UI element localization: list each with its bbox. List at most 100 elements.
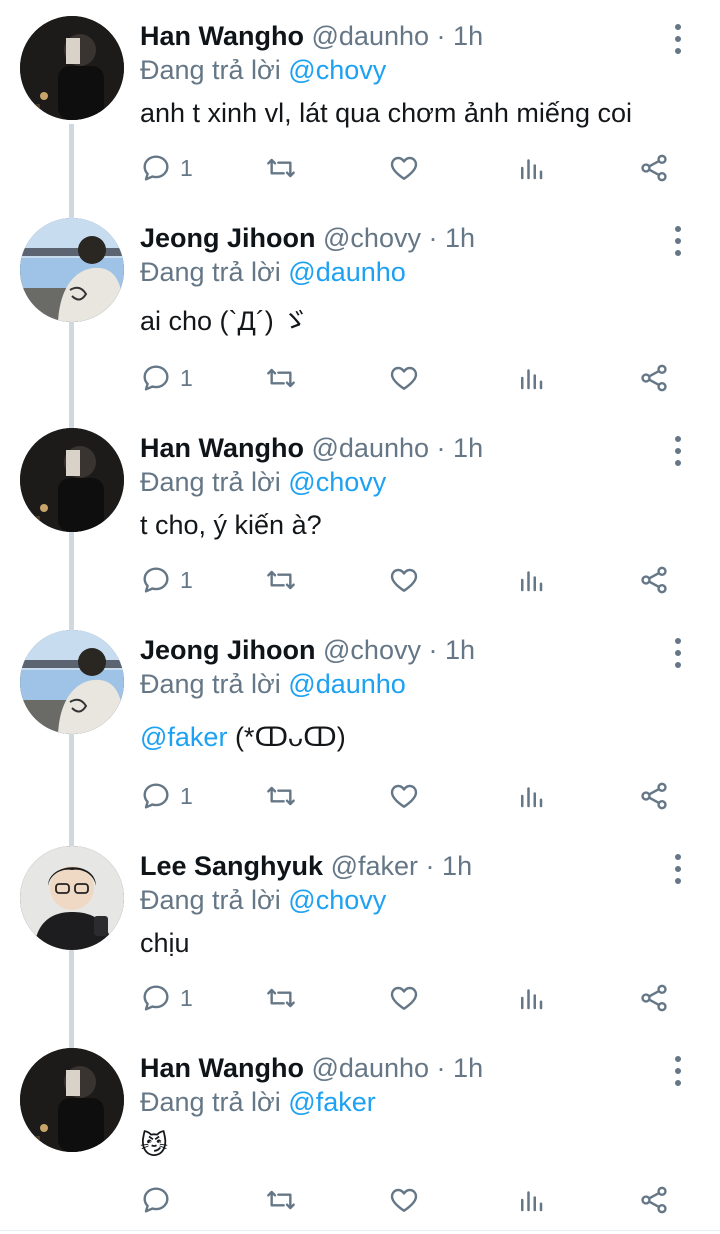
reply-button[interactable]: 1 xyxy=(140,560,193,600)
tweet[interactable]: Jeong Jihoon @chovy · 1h Đang trả lời @d… xyxy=(0,218,720,398)
reply-button[interactable]: 1 xyxy=(140,358,193,398)
more-options-button[interactable] xyxy=(668,24,688,54)
reply-count: 1 xyxy=(180,566,193,593)
replying-to-label: Đang trả lời xyxy=(140,885,281,915)
like-button[interactable] xyxy=(388,978,420,1018)
reply-to-mention[interactable]: @chovy xyxy=(288,885,386,915)
share-button[interactable] xyxy=(638,560,670,600)
reply-to-mention[interactable]: @daunho xyxy=(288,669,406,699)
replying-to: Đang trả lời @daunho xyxy=(140,668,406,700)
like-button[interactable] xyxy=(388,560,420,600)
user-handle[interactable]: @chovy xyxy=(323,635,421,665)
replying-to: Đang trả lời @chovy xyxy=(140,54,386,86)
user-handle[interactable]: @daunho xyxy=(312,433,430,463)
analytics-button[interactable] xyxy=(516,1180,546,1220)
reply-count: 1 xyxy=(180,984,193,1011)
retweet-icon xyxy=(267,1190,295,1210)
tweet-emoji: 😼 xyxy=(140,1130,169,1160)
retweet-button[interactable] xyxy=(264,776,298,816)
share-icon xyxy=(641,154,667,182)
reply-to-mention[interactable]: @daunho xyxy=(288,257,406,287)
display-name[interactable]: Han Wangho xyxy=(140,433,304,463)
reply-button[interactable]: 1 xyxy=(140,776,193,816)
share-button[interactable] xyxy=(638,978,670,1018)
more-vertical-icon xyxy=(675,1056,681,1062)
like-button[interactable] xyxy=(388,1180,420,1220)
more-options-button[interactable] xyxy=(668,854,688,884)
avatar[interactable] xyxy=(20,16,124,120)
retweet-button[interactable] xyxy=(264,358,298,398)
avatar[interactable] xyxy=(20,630,124,734)
display-name[interactable]: Lee Sanghyuk xyxy=(140,851,323,881)
analytics-icon xyxy=(521,787,543,808)
reply-to-mention[interactable]: @chovy xyxy=(288,467,386,497)
reply-count: 1 xyxy=(180,782,193,809)
like-button[interactable] xyxy=(388,776,420,816)
user-handle[interactable]: @daunho xyxy=(312,1053,430,1083)
retweet-button[interactable] xyxy=(264,148,298,188)
more-options-button[interactable] xyxy=(668,436,688,466)
more-options-button[interactable] xyxy=(668,638,688,668)
avatar[interactable] xyxy=(20,428,124,532)
share-button[interactable] xyxy=(638,148,670,188)
reply-to-mention[interactable]: @chovy xyxy=(288,55,386,85)
display-name[interactable]: Han Wangho xyxy=(140,21,304,51)
avatar[interactable] xyxy=(20,846,124,950)
display-name[interactable]: Jeong Jihoon xyxy=(140,635,316,665)
content-mention[interactable]: @faker xyxy=(140,722,227,752)
heart-icon xyxy=(390,784,418,808)
tweet[interactable]: Lee Sanghyuk @faker · 1h Đang trả lời @c… xyxy=(0,846,720,1026)
avatar[interactable] xyxy=(20,218,124,322)
retweet-icon xyxy=(267,570,295,590)
more-options-button[interactable] xyxy=(668,226,688,256)
share-button[interactable] xyxy=(638,358,670,398)
tweet-header: Jeong Jihoon @chovy · 1h xyxy=(140,222,475,254)
user-handle[interactable]: @chovy xyxy=(323,223,421,253)
heart-icon xyxy=(390,156,418,180)
share-button[interactable] xyxy=(638,776,670,816)
replying-to-label: Đang trả lời xyxy=(140,257,281,287)
reply-to-mention[interactable]: @faker xyxy=(288,1087,375,1117)
avatar[interactable] xyxy=(20,1048,124,1152)
analytics-button[interactable] xyxy=(516,560,546,600)
analytics-button[interactable] xyxy=(516,978,546,1018)
reply-button[interactable]: 1 xyxy=(140,978,193,1018)
user-handle[interactable]: @daunho xyxy=(312,21,430,51)
tweet-text: anh t xinh vl, lát qua chơm ảnh miếng co… xyxy=(140,98,632,128)
tweet[interactable]: Jeong Jihoon @chovy · 1h Đang trả lời @d… xyxy=(0,630,720,820)
heart-icon xyxy=(390,568,418,592)
reply-icon xyxy=(143,365,169,391)
tweet[interactable]: Han Wangho @daunho · 1h Đang trả lời @fa… xyxy=(0,1048,720,1228)
reply-icon xyxy=(143,1187,169,1213)
retweet-button[interactable] xyxy=(264,978,298,1018)
retweet-button[interactable] xyxy=(264,560,298,600)
reply-button[interactable]: 1 xyxy=(140,148,193,188)
display-name[interactable]: Jeong Jihoon xyxy=(140,223,316,253)
separator-dot: · xyxy=(428,223,438,253)
like-button[interactable] xyxy=(388,358,420,398)
timestamp[interactable]: 1h xyxy=(445,635,475,665)
analytics-button[interactable] xyxy=(516,776,546,816)
tweet[interactable]: Han Wangho @daunho · 1h Đang trả lời @ch… xyxy=(0,16,720,196)
replying-to: Đang trả lời @daunho xyxy=(140,256,406,288)
retweet-button[interactable] xyxy=(264,1180,298,1220)
share-button[interactable] xyxy=(638,1180,670,1220)
user-handle[interactable]: @faker xyxy=(331,851,418,881)
more-options-button[interactable] xyxy=(668,1056,688,1086)
reply-icon xyxy=(143,783,169,809)
separator-dot: · xyxy=(436,21,446,51)
timestamp[interactable]: 1h xyxy=(445,223,475,253)
timestamp[interactable]: 1h xyxy=(442,851,472,881)
tweet[interactable]: Han Wangho @daunho · 1h Đang trả lời @ch… xyxy=(0,428,720,608)
tweet-actions: 1 xyxy=(140,978,680,1018)
reply-button[interactable] xyxy=(140,1180,180,1220)
timestamp[interactable]: 1h xyxy=(453,21,483,51)
analytics-button[interactable] xyxy=(516,358,546,398)
timestamp[interactable]: 1h xyxy=(453,1053,483,1083)
timestamp[interactable]: 1h xyxy=(453,433,483,463)
tweet-text: @faker (*ↀᴗↀ) xyxy=(140,720,346,754)
display-name[interactable]: Han Wangho xyxy=(140,1053,304,1083)
retweet-icon xyxy=(267,158,295,178)
analytics-button[interactable] xyxy=(516,148,546,188)
like-button[interactable] xyxy=(388,148,420,188)
